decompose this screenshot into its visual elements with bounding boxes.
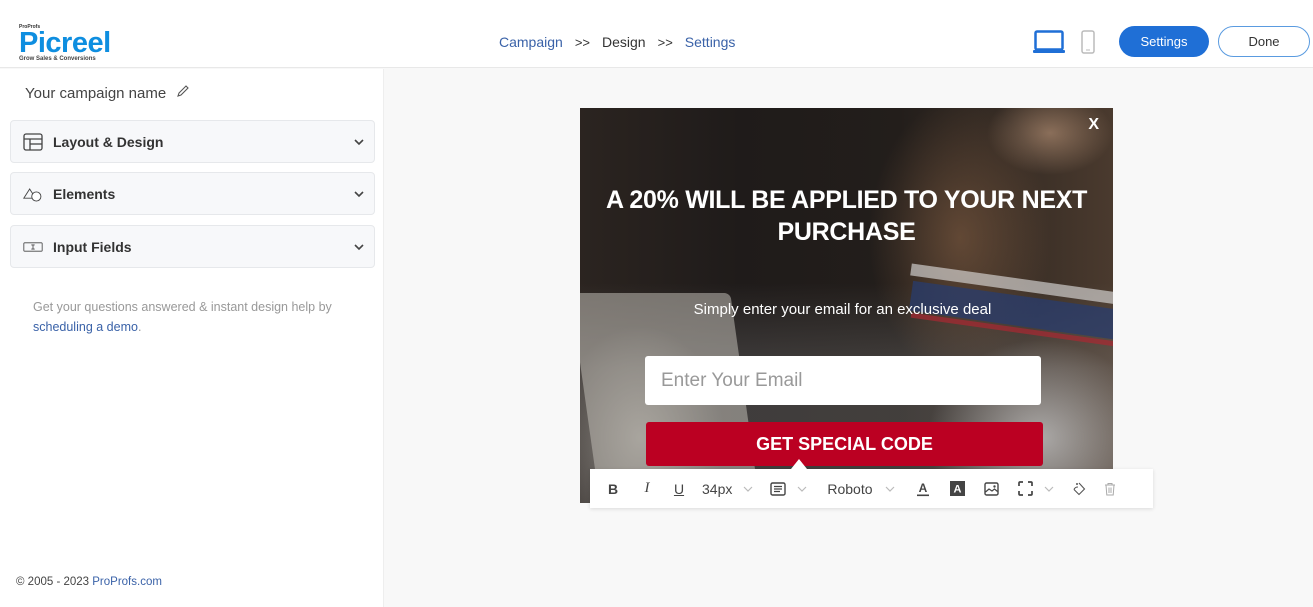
input-field-icon [23,237,43,257]
breadcrumb-settings[interactable]: Settings [685,34,736,50]
copyright-text: © 2005 - 2023 [16,576,90,588]
laptop-icon[interactable] [1033,30,1065,59]
chevron-down-icon [344,138,374,146]
schedule-demo-link[interactable]: scheduling a demo [33,320,138,334]
bold-button[interactable]: B [607,469,619,508]
breadcrumb-separator: >> [574,34,591,50]
font-family-select[interactable]: Roboto [827,469,872,508]
breadcrumb-separator: >> [657,34,673,50]
proprofs-link[interactable]: ProProfs.com [92,576,162,588]
header: ProProfs Picreel Grow Sales & Conversion… [0,0,1313,68]
section-input-fields[interactable]: Input Fields [10,225,375,268]
shapes-icon [23,184,43,204]
sidebar: Your campaign name Layout & Design Eleme… [0,69,384,607]
help-text: Get your questions answered & instant de… [33,297,363,337]
breadcrumb: Campaign >> Design >> Settings [499,34,735,50]
text-format-toolbar: B I U 34px Roboto A A [590,459,1153,508]
popup-preview[interactable]: X A 20% WILL BE APPLIED TO YOUR NEXT PUR… [580,108,1113,503]
section-label: Elements [53,185,116,202]
section-label: Layout & Design [53,133,164,150]
chevron-down-icon [344,243,374,251]
help-text-body: Get your questions answered & instant de… [33,300,332,314]
phone-icon[interactable] [1081,30,1095,59]
layout-icon [23,132,43,152]
logo-name: Picreel [19,27,111,59]
padding-icon[interactable] [1017,469,1033,508]
copyright: © 2005 - 2023 ProProfs.com [16,576,162,588]
section-label: Input Fields [53,238,132,255]
highlight-color-icon[interactable]: A [949,469,965,508]
chevron-down-icon[interactable] [884,469,896,508]
pencil-icon[interactable] [176,84,190,102]
svg-text:A: A [918,481,927,495]
breadcrumb-design: Design [602,34,646,50]
campaign-name-text: Your campaign name [25,84,167,102]
popup-headline[interactable]: A 20% WILL BE APPLIED TO YOUR NEXT PURCH… [580,184,1113,248]
email-input[interactable] [645,356,1041,405]
chevron-down-icon[interactable] [1043,469,1055,508]
align-icon[interactable] [770,469,787,508]
campaign-name[interactable]: Your campaign name [25,84,190,102]
popup-close-button[interactable]: X [1088,116,1099,134]
image-icon[interactable] [983,469,999,508]
breadcrumb-campaign[interactable]: Campaign [499,34,563,50]
help-text-end: . [137,320,142,334]
text-color-icon[interactable]: A [916,469,930,508]
chevron-down-icon[interactable] [742,469,754,508]
trash-icon[interactable] [1104,469,1116,508]
italic-button[interactable]: I [641,469,653,508]
get-special-code-button[interactable]: GET SPECIAL CODE [646,422,1043,466]
svg-text:A: A [953,484,961,496]
underline-button[interactable]: U [673,469,685,508]
picreel-logo[interactable]: ProProfs Picreel Grow Sales & Conversion… [19,24,111,63]
font-size-select[interactable]: 34px [702,469,732,508]
popup-subtext[interactable]: Simply enter your email for an exclusive… [580,301,1105,318]
reset-style-icon[interactable] [1072,469,1086,508]
chevron-down-icon[interactable] [796,469,808,508]
settings-button[interactable]: Settings [1119,26,1209,57]
section-elements[interactable]: Elements [10,172,375,215]
chevron-down-icon [344,190,374,198]
section-layout-design[interactable]: Layout & Design [10,120,375,163]
done-button[interactable]: Done [1218,26,1310,57]
